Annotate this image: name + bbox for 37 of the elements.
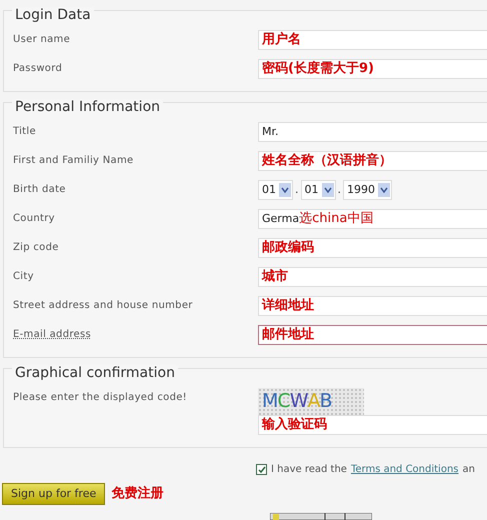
input-field[interactable]: 密码(长度需大于9) (258, 59, 487, 79)
annotation-text: 选china中国 (299, 210, 374, 228)
date-select[interactable]: 01 (300, 180, 336, 200)
section-legend: Login Data (12, 7, 94, 23)
input-field[interactable]: 城市 (258, 267, 487, 287)
input-field[interactable]: 用户名 (258, 30, 487, 50)
captcha-image: MCWAB (258, 388, 364, 415)
date-separator: . (295, 182, 298, 198)
input-field[interactable]: 姓名全称（汉语拼音） (258, 151, 487, 171)
input-field[interactable]: 输入验证码 (258, 415, 487, 435)
input-field[interactable]: 邮件地址 (258, 325, 487, 345)
date-separator: . (338, 182, 341, 198)
field-label: Country (13, 212, 56, 226)
input-field[interactable]: 邮政编码 (258, 238, 487, 258)
field-label: First and Familiy Name (13, 154, 134, 168)
field-label: Password (13, 62, 64, 76)
signup-button[interactable]: Sign up for free (2, 483, 106, 505)
field-label: Please enter the displayed code! (13, 391, 188, 405)
field-label: Zip code (13, 241, 60, 255)
field-label: City (13, 270, 35, 284)
date-select[interactable]: 01 (258, 180, 293, 200)
checkmark-icon (258, 466, 266, 474)
terms-text: I have read the (271, 463, 347, 477)
annotation-text: 免费注册 (111, 484, 164, 504)
country-select[interactable]: Germa选china中国 (258, 209, 487, 229)
field-label: Birth date (13, 183, 67, 197)
section-legend: Graphical confirmation (12, 365, 178, 381)
date-select[interactable]: 1990 (343, 180, 392, 200)
terms-checkbox[interactable] (256, 464, 267, 475)
field-label: Street address and house number (13, 299, 194, 313)
terms-text: an (462, 463, 475, 477)
field-label: Title (13, 125, 37, 139)
input-field[interactable]: 详细地址 (258, 296, 487, 316)
field-label: User name (13, 33, 72, 47)
input-field[interactable]: Mr. (258, 122, 487, 142)
terms-link[interactable]: Terms and Conditions (350, 462, 459, 477)
field-label: E-mail address (13, 328, 92, 342)
